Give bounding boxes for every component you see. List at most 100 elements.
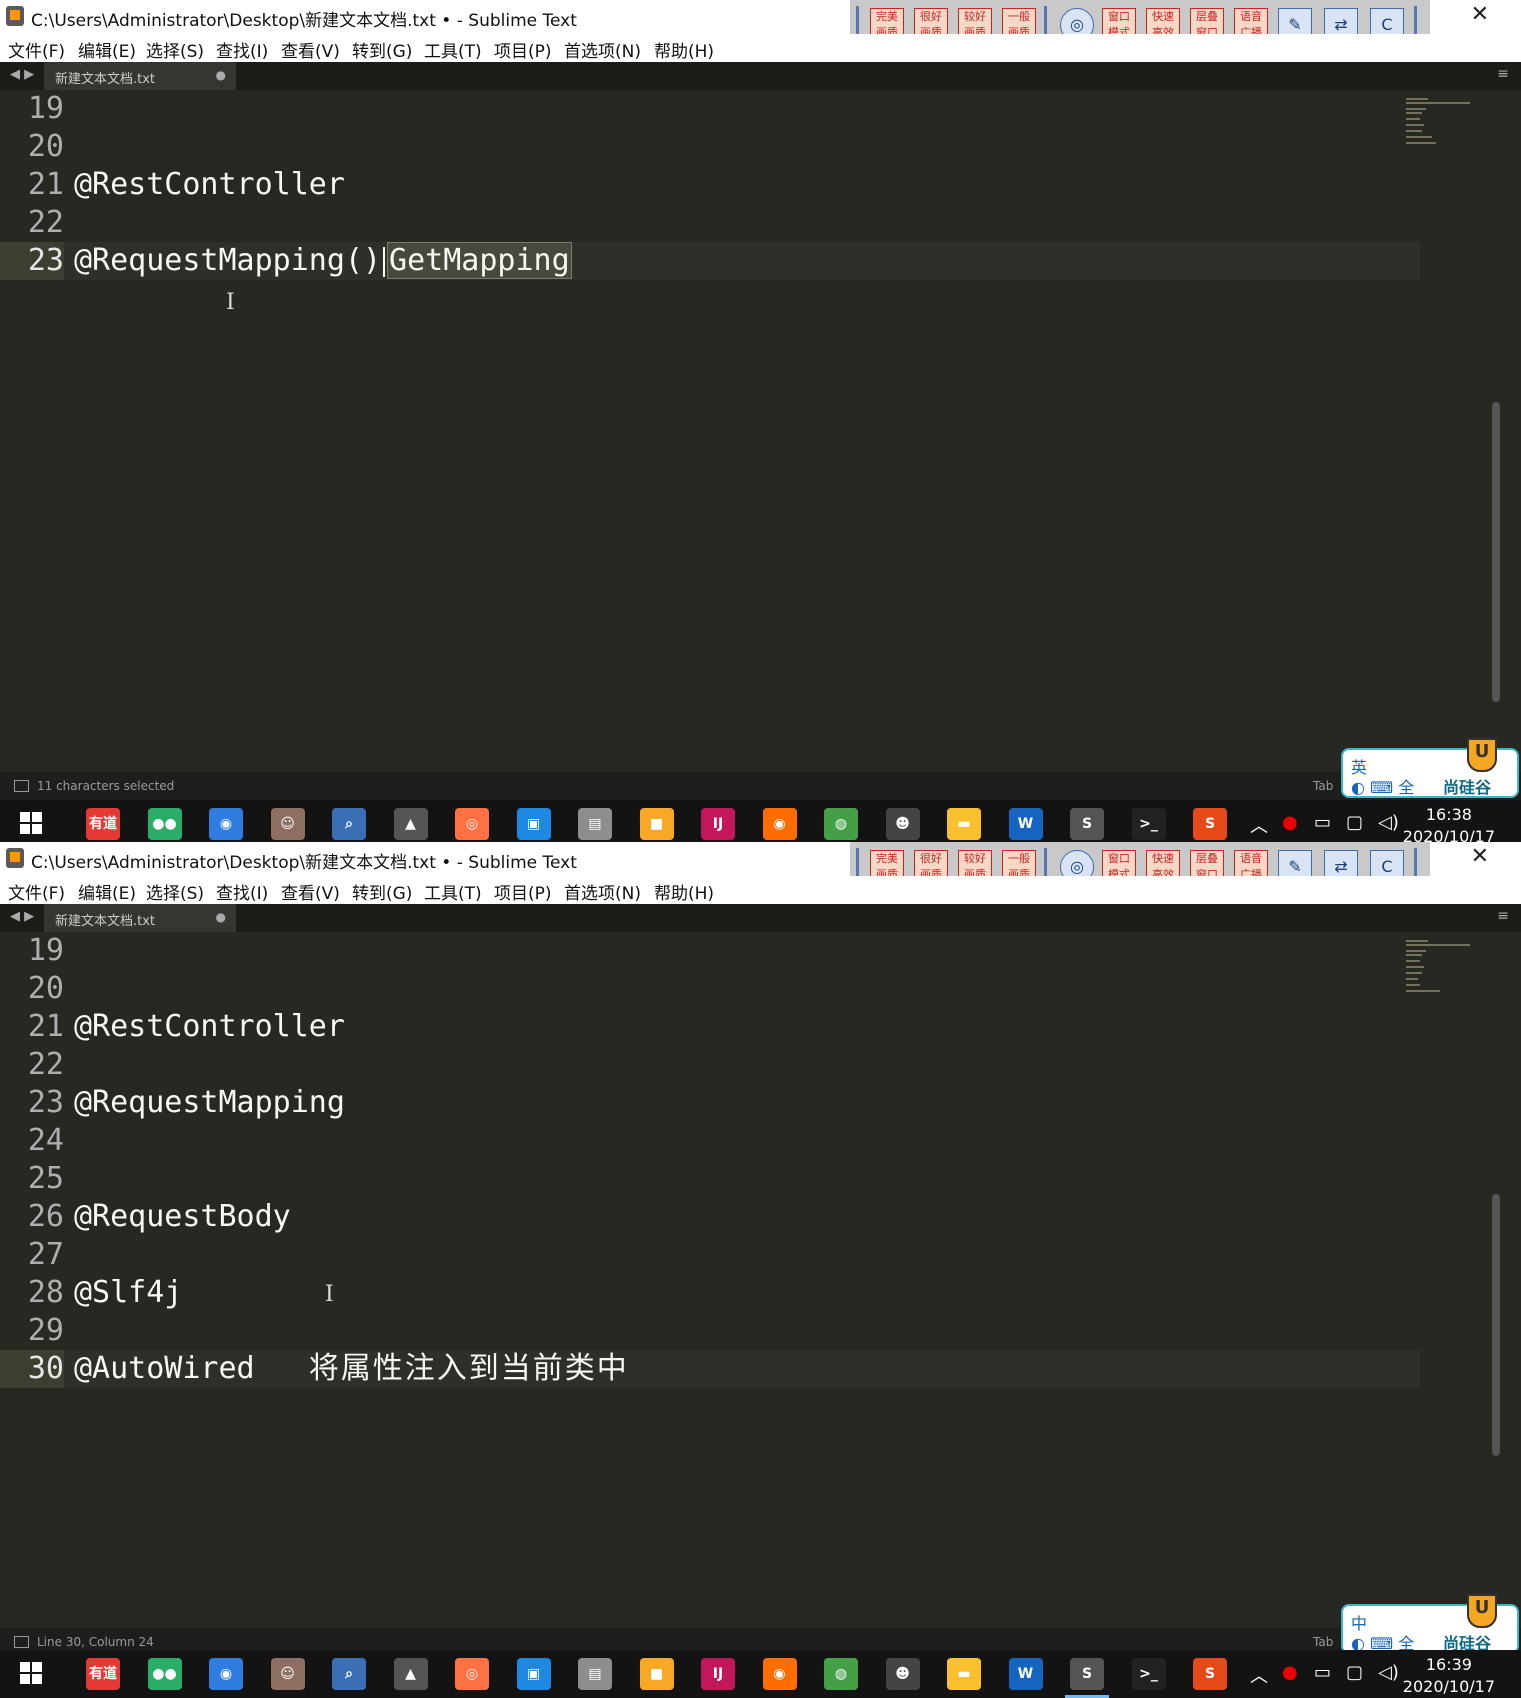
windows-start-icon[interactable]	[20, 1662, 42, 1684]
close-icon[interactable]: ✕	[1471, 844, 1489, 869]
menu-view[interactable]: 查看(V)	[281, 37, 340, 62]
search-tool-app-icon[interactable]: ⌕	[332, 1658, 366, 1690]
line-number: 19	[27, 933, 64, 968]
file-tab[interactable]: 新建文本文档.txt ●	[44, 904, 236, 932]
menu-selection[interactable]: 选择(S)	[146, 879, 204, 904]
vertical-scrollbar[interactable]	[1492, 402, 1500, 702]
intellij-app-icon[interactable]: IJ	[701, 808, 735, 840]
avatar-app-icon[interactable]: ☺	[270, 1658, 305, 1690]
menu-help[interactable]: 帮助(H)	[654, 37, 714, 62]
tab-menu-icon[interactable]: ≡	[1497, 908, 1509, 924]
ime-widget[interactable]: 英 ◐ ⌨ 全 U 尚硅谷	[1341, 738, 1519, 798]
intellij-app-icon[interactable]: IJ	[701, 1658, 735, 1690]
code-editor[interactable]: 19 20 21 @RestController 22 23 @RequestM…	[0, 90, 1506, 770]
battery-icon[interactable]: ▭	[1314, 812, 1331, 842]
record-icon[interactable]: ●	[1282, 812, 1298, 842]
firefox-app-icon[interactable]: ◉	[762, 1658, 797, 1690]
menu-find[interactable]: 查找(I)	[216, 879, 268, 904]
camera-app-icon[interactable]: ▲	[393, 1658, 428, 1690]
wechat-app-icon[interactable]: ●●	[147, 808, 182, 840]
terminal-app-icon[interactable]: >_	[1131, 808, 1166, 840]
minimap[interactable]	[1406, 96, 1476, 151]
line-number: 19	[27, 91, 64, 126]
browser-app-icon[interactable]: ◎	[455, 1658, 489, 1690]
menu-goto[interactable]: 转到(G)	[352, 879, 412, 904]
menu-project[interactable]: 项目(P)	[494, 37, 552, 62]
menu-view[interactable]: 查看(V)	[281, 879, 340, 904]
tab-nav-arrows-icon[interactable]: ◀ ▶	[10, 67, 34, 82]
baidu-netdisk-app-icon[interactable]: ◉	[209, 808, 243, 840]
clock[interactable]: 16:38 2020/10/17	[1403, 804, 1495, 842]
menu-preferences[interactable]: 首选项(N)	[564, 879, 641, 904]
camera-app-icon[interactable]: ▲	[393, 808, 428, 840]
tab-nav-arrows-icon[interactable]: ◀ ▶	[10, 909, 34, 924]
menu-file[interactable]: 文件(F)	[8, 37, 65, 62]
sublime-app-icon[interactable]: S	[1070, 808, 1104, 840]
word-app-icon[interactable]: W	[1008, 808, 1043, 840]
menu-project[interactable]: 项目(P)	[494, 879, 552, 904]
sogou-app-icon[interactable]: S	[1193, 808, 1227, 840]
tab-size-indicator[interactable]: Tab	[1313, 1635, 1333, 1649]
menu-edit[interactable]: 编辑(E)	[78, 879, 136, 904]
line-number: 20	[27, 971, 64, 1006]
search-tool-app-icon[interactable]: ⌕	[332, 808, 366, 840]
menu-preferences[interactable]: 首选项(N)	[564, 37, 641, 62]
menu-goto[interactable]: 转到(G)	[352, 37, 412, 62]
unsaved-dot-icon[interactable]: ●	[216, 68, 226, 82]
photo-app-icon[interactable]: ▤	[578, 808, 612, 840]
word-app-icon[interactable]: W	[1008, 1658, 1043, 1690]
menu-edit[interactable]: 编辑(E)	[78, 37, 136, 62]
close-icon[interactable]: ✕	[1471, 2, 1489, 27]
network-icon[interactable]: ▢	[1346, 1662, 1363, 1698]
browser-app-icon[interactable]: ◎	[455, 808, 489, 840]
menu-find[interactable]: 查找(I)	[216, 37, 268, 62]
battery-icon[interactable]: ▭	[1314, 1662, 1331, 1698]
chevron-up-icon[interactable]: ︿	[1250, 1662, 1268, 1698]
volume-icon[interactable]: ◁)	[1378, 812, 1399, 842]
chrome-app-icon[interactable]: ◍	[824, 1658, 858, 1690]
brand-name: 尚硅谷	[1443, 778, 1492, 797]
code-text: @RequestMapping	[74, 1085, 345, 1120]
record-icon[interactable]: ●	[1282, 1662, 1298, 1698]
explorer-app-icon[interactable]: ▬	[947, 808, 981, 840]
clock[interactable]: 16:39 2020/10/17	[1403, 1654, 1495, 1698]
menu-selection[interactable]: 选择(S)	[146, 37, 204, 62]
avatar-app-icon[interactable]: ☺	[270, 808, 305, 840]
panel-toggle-icon[interactable]	[14, 1636, 29, 1648]
youdao-app-icon[interactable]: 有道	[86, 808, 120, 840]
menu-file[interactable]: 文件(F)	[8, 879, 65, 904]
tab-menu-icon[interactable]: ≡	[1497, 66, 1509, 82]
tab-size-indicator[interactable]: Tab	[1313, 779, 1333, 793]
file-tab[interactable]: 新建文本文档.txt ●	[44, 62, 236, 90]
windows-start-icon[interactable]	[20, 812, 42, 834]
unsaved-dot-icon[interactable]: ●	[216, 910, 226, 924]
youdao-app-icon[interactable]: 有道	[86, 1658, 120, 1690]
photo-app-icon[interactable]: ▤	[578, 1658, 612, 1690]
chevron-up-icon[interactable]: ︿	[1250, 812, 1268, 842]
sublime-app-icon[interactable]: S	[1065, 1658, 1109, 1698]
terminal-app-icon[interactable]: >_	[1131, 1658, 1166, 1690]
panel-toggle-icon[interactable]	[14, 780, 29, 792]
volume-icon[interactable]: ◁)	[1378, 1662, 1399, 1698]
sogou-app-icon[interactable]: S	[1193, 1658, 1227, 1690]
code-editor[interactable]: 19 20 21 @RestController 22 23 @RequestM…	[0, 932, 1506, 1626]
copy-tool-app-icon[interactable]: ▣	[516, 1658, 551, 1690]
menu-tools[interactable]: 工具(T)	[424, 879, 482, 904]
emoji-app-icon[interactable]: ☻	[885, 1658, 920, 1690]
minimap[interactable]	[1406, 938, 1476, 993]
maps-app-icon[interactable]: ■	[639, 1658, 674, 1690]
menu-help[interactable]: 帮助(H)	[654, 879, 714, 904]
network-icon[interactable]: ▢	[1346, 812, 1363, 842]
firefox-app-icon[interactable]: ◉	[762, 808, 797, 840]
maps-app-icon[interactable]: ■	[639, 808, 674, 840]
baidu-netdisk-app-icon[interactable]: ◉	[209, 1658, 243, 1690]
menu-tools[interactable]: 工具(T)	[424, 37, 482, 62]
copy-tool-app-icon[interactable]: ▣	[516, 808, 551, 840]
chrome-app-icon[interactable]: ◍	[824, 808, 858, 840]
emoji-app-icon[interactable]: ☻	[885, 808, 920, 840]
vertical-scrollbar[interactable]	[1492, 1194, 1500, 1456]
clock-date: 2020/10/17	[1402, 1677, 1495, 1696]
explorer-app-icon[interactable]: ▬	[947, 1658, 981, 1690]
wechat-app-icon[interactable]: ●●	[147, 1658, 182, 1690]
ime-widget[interactable]: 中 ◐ ⌨ 全 U 尚硅谷	[1341, 1594, 1519, 1654]
